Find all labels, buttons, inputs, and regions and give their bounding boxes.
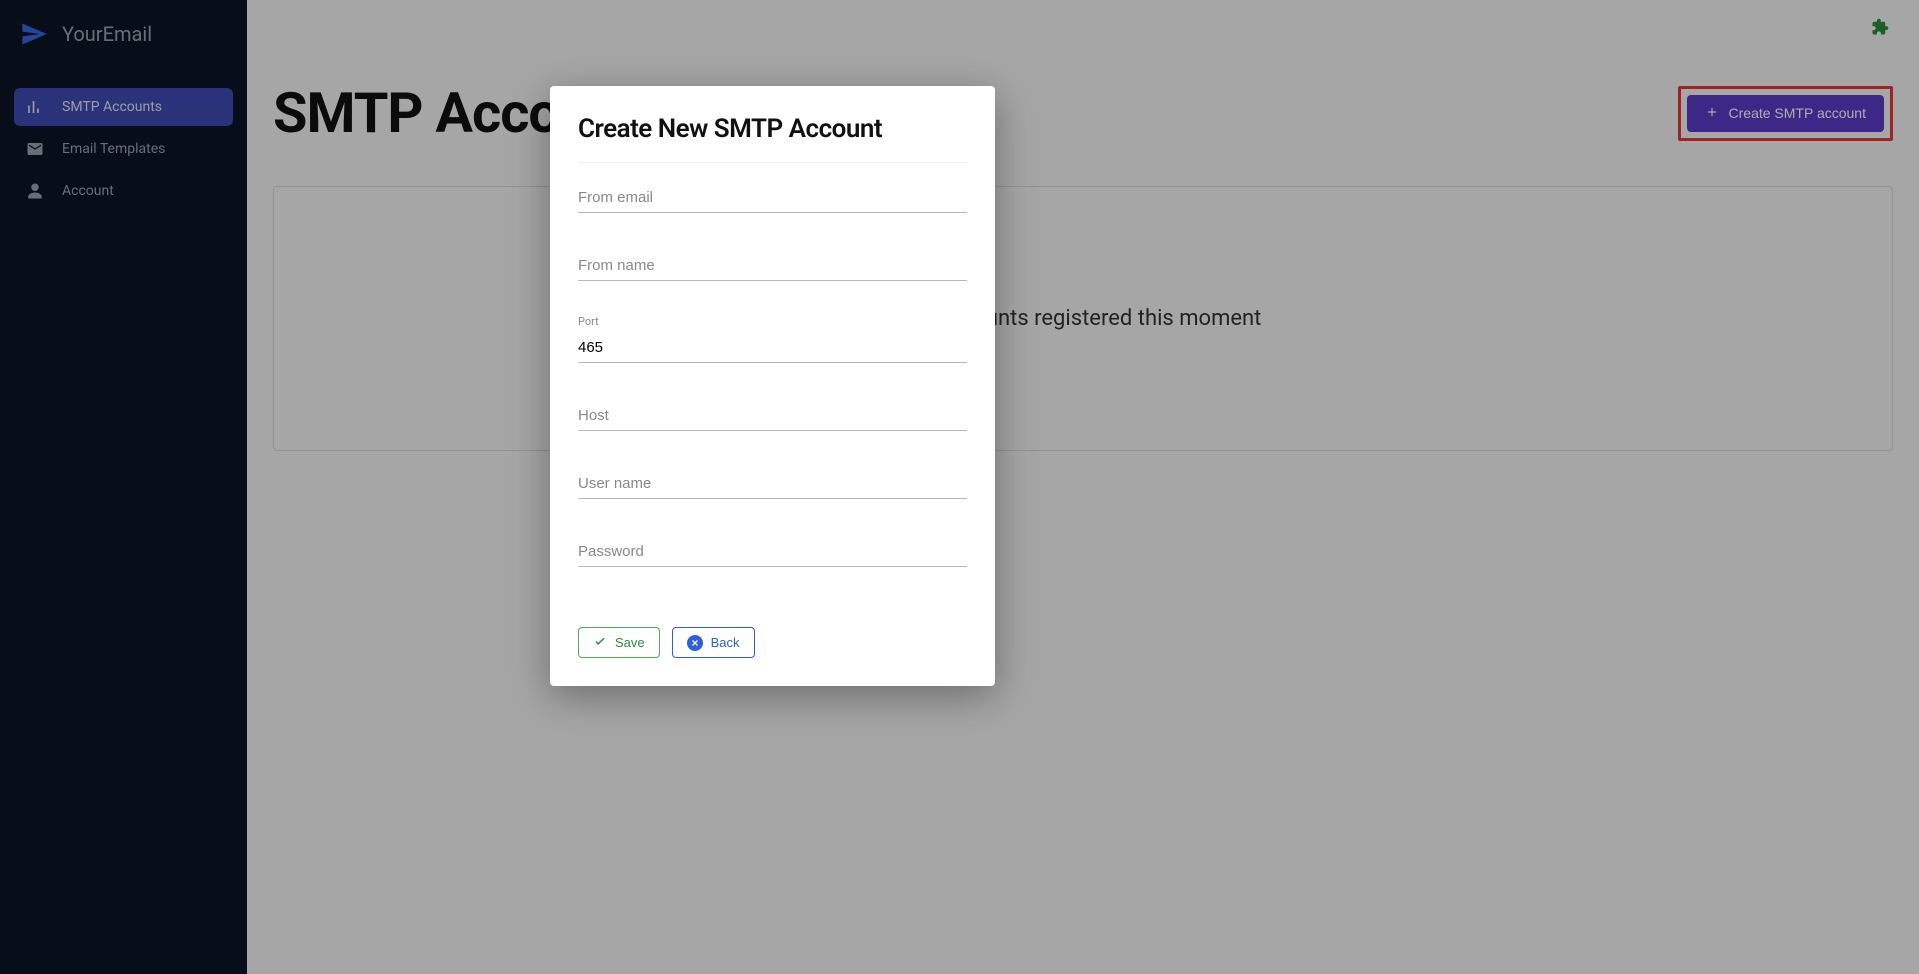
user-name-input[interactable] — [578, 469, 967, 498]
port-input[interactable] — [578, 333, 967, 362]
password-input[interactable] — [578, 537, 967, 566]
from-email-input[interactable] — [578, 183, 967, 212]
host-input[interactable] — [578, 401, 967, 430]
back-button[interactable]: Back — [672, 627, 755, 658]
back-button-label: Back — [711, 635, 740, 650]
check-icon — [593, 634, 607, 651]
user-name-field-wrap — [578, 469, 967, 499]
from-name-input[interactable] — [578, 251, 967, 280]
port-label: Port — [578, 315, 599, 328]
from-name-field-wrap — [578, 251, 967, 281]
host-field-wrap — [578, 401, 967, 431]
save-button-label: Save — [615, 635, 645, 650]
save-button[interactable]: Save — [578, 627, 660, 658]
modal-actions: Save Back — [578, 627, 967, 658]
password-field-wrap — [578, 537, 967, 567]
create-smtp-modal: Create New SMTP Account Port Save Back — [550, 86, 995, 686]
modal-title: Create New SMTP Account — [578, 114, 967, 163]
close-circle-icon — [687, 635, 703, 651]
from-email-field-wrap — [578, 183, 967, 213]
port-field-wrap: Port — [578, 319, 967, 363]
